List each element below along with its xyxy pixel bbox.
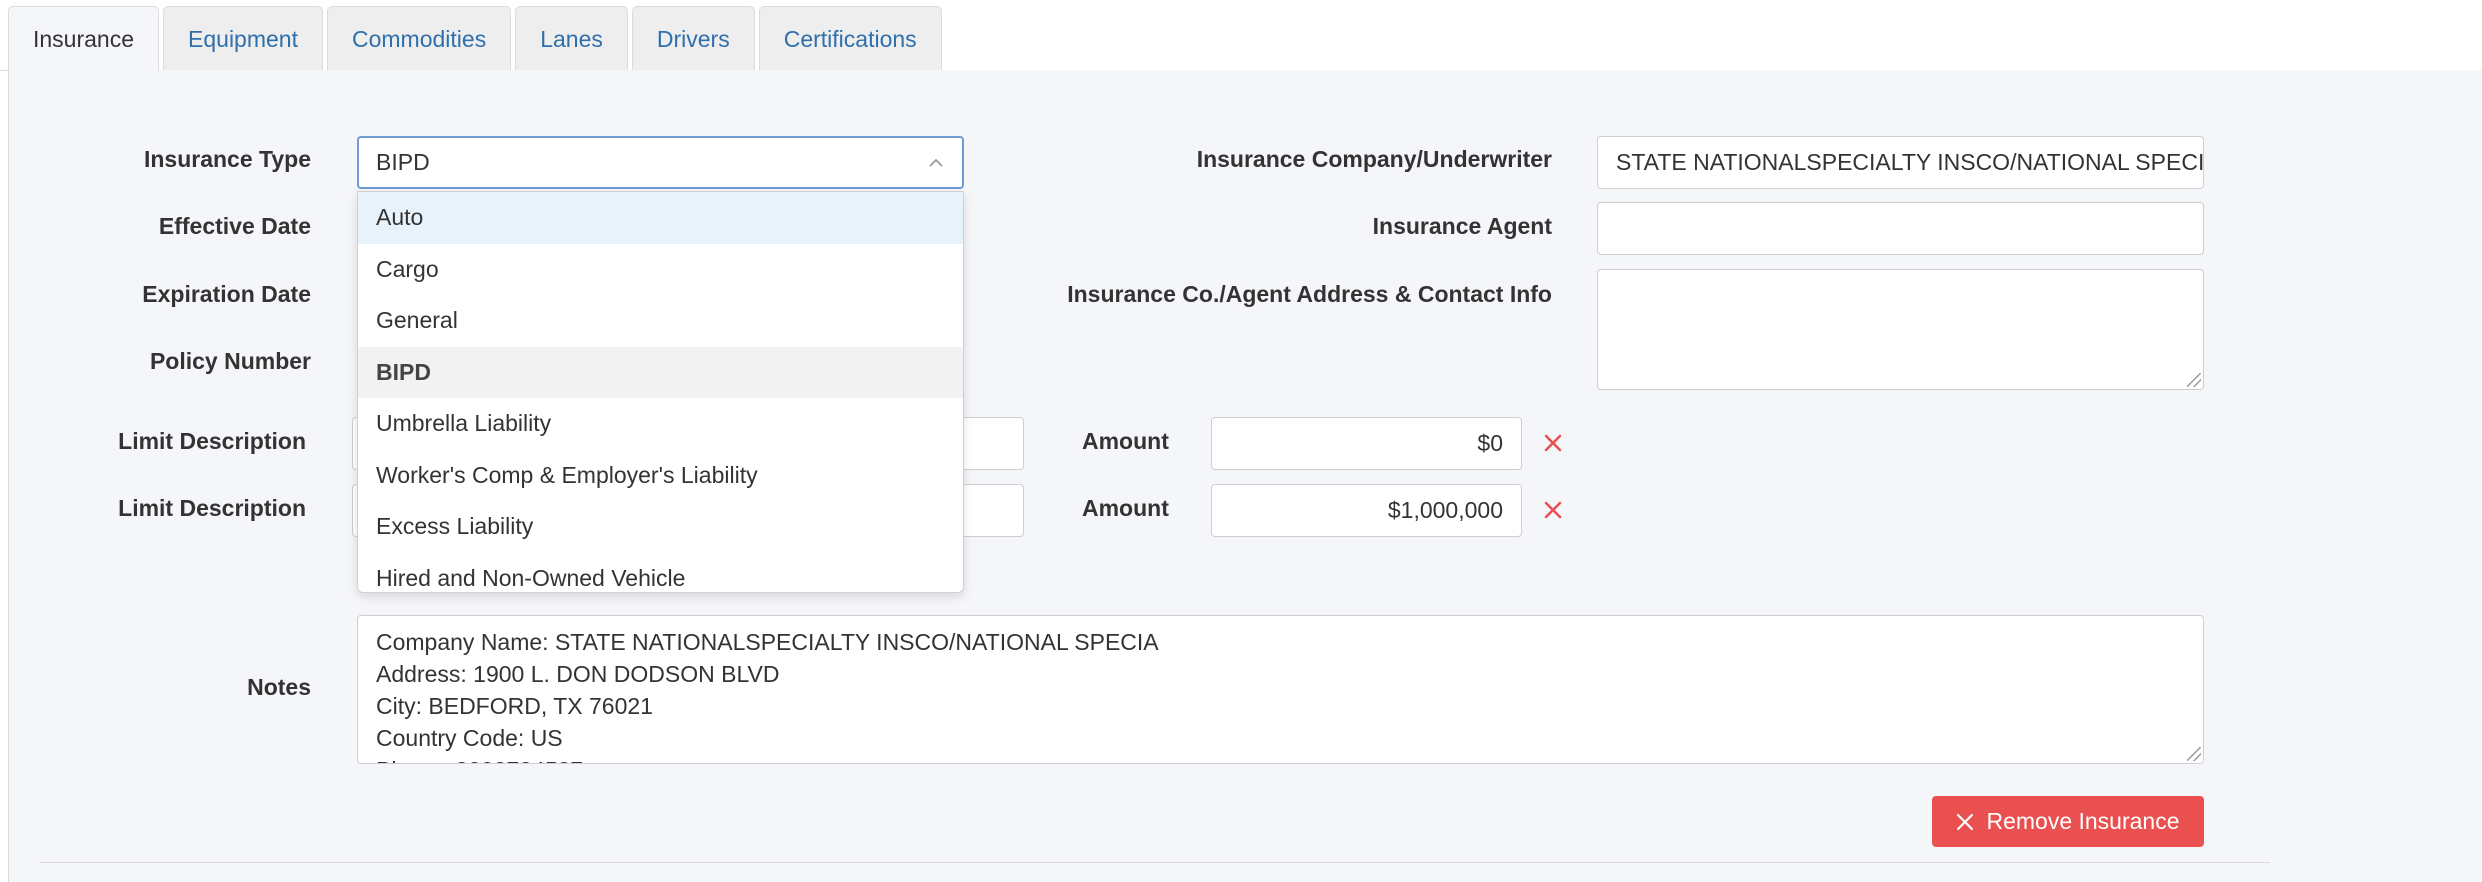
tab-drivers[interactable]: Drivers <box>631 6 755 71</box>
tab-certifications[interactable]: Certifications <box>758 6 942 71</box>
option-umbrella-liability[interactable]: Umbrella Liability <box>358 398 963 450</box>
address-contact-label: Insurance Co./Agent Address & Contact In… <box>1067 281 1552 307</box>
amount-label-2: Amount <box>1082 495 1169 521</box>
amount-input-2[interactable]: $1,000,000 <box>1211 484 1522 537</box>
option-bipd[interactable]: BIPD <box>358 346 963 398</box>
close-icon <box>1957 813 1974 830</box>
insurance-company-input[interactable]: STATE NATIONALSPECIALTY INSCO/NATIONAL S… <box>1597 136 2204 189</box>
remove-limit-2-icon[interactable] <box>1542 499 1564 521</box>
tab-lanes[interactable]: Lanes <box>515 6 628 71</box>
option-auto[interactable]: Auto <box>358 192 963 244</box>
insurance-type-label: Insurance Type <box>143 146 311 172</box>
notes-line: Address: 1900 L. DON DODSON BLVD <box>376 661 780 687</box>
option-excess-liability[interactable]: Excess Liability <box>358 501 963 553</box>
amount-input-1[interactable]: $0 <box>1211 417 1522 470</box>
insurance-company-value: STATE NATIONALSPECIALTY INSCO/NATIONAL S… <box>1616 149 2204 175</box>
option-cargo[interactable]: Cargo <box>358 244 963 296</box>
resize-grip-icon[interactable] <box>2187 373 2201 387</box>
tab-bar: Insurance Equipment Commodities Lanes Dr… <box>8 6 946 72</box>
limit-description-label-1: Limit Description <box>118 428 306 454</box>
amount-value-1: $0 <box>1477 430 1503 456</box>
effective-date-label: Effective Date <box>158 213 311 239</box>
section-divider <box>40 862 2270 863</box>
insurance-agent-input[interactable] <box>1597 202 2204 255</box>
option-hired-non-owned-vehicle[interactable]: Hired and Non-Owned Vehicle <box>358 553 963 593</box>
insurance-type-value: BIPD <box>376 149 430 175</box>
insurance-agent-label: Insurance Agent <box>1372 213 1552 239</box>
option-general[interactable]: General <box>358 295 963 347</box>
notes-textarea[interactable]: Company Name: STATE NATIONALSPECIALTY IN… <box>357 615 2204 764</box>
notes-line: Phone: 8002734587 <box>376 754 2185 763</box>
policy-number-label: Policy Number <box>149 348 311 374</box>
notes-line: City: BEDFORD, TX 76021 <box>376 693 653 719</box>
expiration-date-label: Expiration Date <box>142 281 311 307</box>
option-workers-comp[interactable]: Worker's Comp & Employer's Liability <box>358 450 963 502</box>
tab-commodities[interactable]: Commodities <box>326 6 512 71</box>
notes-label: Notes <box>247 674 311 700</box>
remove-limit-1-icon[interactable] <box>1542 432 1564 454</box>
notes-line: Company Name: STATE NATIONALSPECIALTY IN… <box>376 629 1159 655</box>
notes-line: Country Code: US <box>376 725 563 751</box>
remove-insurance-label: Remove Insurance <box>1986 808 2180 834</box>
chevron-up-icon <box>929 158 943 167</box>
amount-value-2: $1,000,000 <box>1387 497 1503 523</box>
address-contact-textarea[interactable] <box>1597 269 2204 390</box>
resize-grip-icon[interactable] <box>2187 747 2201 761</box>
limit-description-label-2: Limit Description <box>118 495 306 521</box>
remove-insurance-button[interactable]: Remove Insurance <box>1932 796 2204 847</box>
insurance-type-dropdown: Auto Cargo General BIPD Umbrella Liabili… <box>357 191 964 593</box>
insurance-type-select[interactable]: BIPD <box>357 136 964 189</box>
amount-label-1: Amount <box>1082 428 1169 454</box>
tab-equipment[interactable]: Equipment <box>163 6 323 71</box>
insurance-company-label: Insurance Company/Underwriter <box>1196 146 1552 172</box>
tab-insurance[interactable]: Insurance <box>8 6 160 72</box>
